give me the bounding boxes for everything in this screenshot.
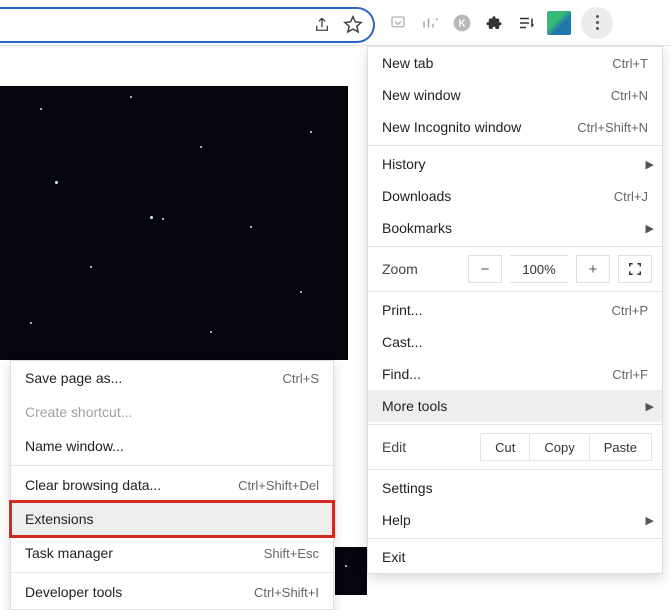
menu-shortcut: Ctrl+P	[612, 303, 648, 318]
menu-shortcut: Ctrl+Shift+Del	[238, 478, 319, 493]
edit-label: Edit	[382, 439, 481, 455]
menu-label: Clear browsing data...	[25, 477, 238, 493]
extension-stats-icon[interactable]	[419, 12, 441, 34]
menu-separator	[368, 246, 662, 247]
menu-label: Find...	[382, 366, 612, 382]
chevron-right-icon: ▶	[646, 158, 654, 171]
menu-label: Bookmarks	[382, 220, 648, 236]
menu-new-incognito[interactable]: New Incognito window Ctrl+Shift+N	[368, 111, 662, 143]
svg-text:K: K	[458, 18, 466, 29]
menu-zoom-row: Zoom − 100% +	[368, 249, 662, 289]
menu-shortcut: Ctrl+J	[614, 189, 648, 204]
menu-label: New Incognito window	[382, 119, 577, 135]
page-content-strip	[335, 547, 367, 595]
chevron-right-icon: ▶	[646, 400, 654, 413]
menu-separator	[368, 538, 662, 539]
menu-separator	[11, 572, 333, 573]
cut-button[interactable]: Cut	[480, 433, 530, 461]
menu-edit-row: Edit Cut Copy Paste	[368, 427, 662, 467]
menu-shortcut: Ctrl+S	[283, 371, 319, 386]
omnibox[interactable]	[0, 7, 375, 43]
menu-shortcut: Ctrl+Shift+N	[577, 120, 648, 135]
profile-avatar[interactable]	[547, 11, 571, 35]
menu-more-tools[interactable]: More tools ▶	[368, 390, 662, 422]
extensions-puzzle-icon[interactable]	[483, 12, 505, 34]
main-menu: New tab Ctrl+T New window Ctrl+N New Inc…	[367, 46, 663, 574]
fullscreen-button[interactable]	[618, 255, 652, 283]
zoom-value: 100%	[510, 255, 568, 283]
menu-label: New window	[382, 87, 611, 103]
menu-label: New tab	[382, 55, 612, 71]
url-input[interactable]	[0, 11, 313, 39]
menu-shortcut: Ctrl+Shift+I	[254, 585, 319, 600]
menu-label: Help	[382, 512, 648, 528]
menu-print[interactable]: Print... Ctrl+P	[368, 294, 662, 326]
toolbar-right-icons: K	[375, 7, 671, 39]
share-icon[interactable]	[313, 16, 331, 34]
menu-label: Save page as...	[25, 370, 283, 386]
menu-shortcut: Ctrl+N	[611, 88, 648, 103]
menu-kebab-button[interactable]	[581, 7, 613, 39]
menu-new-window[interactable]: New window Ctrl+N	[368, 79, 662, 111]
paste-button[interactable]: Paste	[589, 433, 652, 461]
more-tools-submenu: Save page as... Ctrl+S Create shortcut..…	[10, 360, 334, 610]
menu-label: Print...	[382, 302, 612, 318]
menu-label: Downloads	[382, 188, 614, 204]
menu-label: Extensions	[25, 511, 319, 527]
zoom-label: Zoom	[382, 261, 460, 277]
chevron-right-icon: ▶	[646, 222, 654, 235]
extension-pocket-icon[interactable]	[387, 12, 409, 34]
submenu-clear-data[interactable]: Clear browsing data... Ctrl+Shift+Del	[11, 468, 333, 502]
copy-button[interactable]: Copy	[529, 433, 589, 461]
menu-new-tab[interactable]: New tab Ctrl+T	[368, 47, 662, 79]
menu-exit[interactable]: Exit	[368, 541, 662, 573]
menu-help[interactable]: Help ▶	[368, 504, 662, 536]
menu-bookmarks[interactable]: Bookmarks ▶	[368, 212, 662, 244]
menu-separator	[368, 469, 662, 470]
menu-label: Create shortcut...	[25, 404, 319, 420]
menu-label: More tools	[382, 398, 648, 414]
zoom-in-button[interactable]: +	[576, 255, 610, 283]
menu-label: Cast...	[382, 334, 648, 350]
menu-label: Settings	[382, 480, 648, 496]
submenu-create-shortcut: Create shortcut...	[11, 395, 333, 429]
menu-settings[interactable]: Settings	[368, 472, 662, 504]
submenu-developer-tools[interactable]: Developer tools Ctrl+Shift+I	[11, 575, 333, 609]
extension-k-icon[interactable]: K	[451, 12, 473, 34]
menu-separator	[368, 291, 662, 292]
submenu-name-window[interactable]: Name window...	[11, 429, 333, 463]
zoom-out-button[interactable]: −	[468, 255, 502, 283]
menu-separator	[368, 424, 662, 425]
browser-toolbar: K	[0, 0, 671, 46]
menu-label: Exit	[382, 549, 648, 565]
submenu-task-manager[interactable]: Task manager Shift+Esc	[11, 536, 333, 570]
menu-find[interactable]: Find... Ctrl+F	[368, 358, 662, 390]
submenu-extensions[interactable]: Extensions	[11, 502, 333, 536]
bookmark-star-icon[interactable]	[343, 15, 363, 35]
menu-label: Task manager	[25, 545, 264, 561]
reading-list-icon[interactable]	[515, 12, 537, 34]
menu-label: Name window...	[25, 438, 319, 454]
page-content-area	[0, 86, 348, 360]
menu-separator	[368, 145, 662, 146]
menu-label: History	[382, 156, 648, 172]
menu-shortcut: Ctrl+F	[612, 367, 648, 382]
menu-cast[interactable]: Cast...	[368, 326, 662, 358]
submenu-save-page[interactable]: Save page as... Ctrl+S	[11, 361, 333, 395]
chevron-right-icon: ▶	[646, 514, 654, 527]
menu-label: Developer tools	[25, 584, 254, 600]
menu-downloads[interactable]: Downloads Ctrl+J	[368, 180, 662, 212]
menu-shortcut: Ctrl+T	[612, 56, 648, 71]
menu-separator	[11, 465, 333, 466]
menu-shortcut: Shift+Esc	[264, 546, 319, 561]
menu-history[interactable]: History ▶	[368, 148, 662, 180]
